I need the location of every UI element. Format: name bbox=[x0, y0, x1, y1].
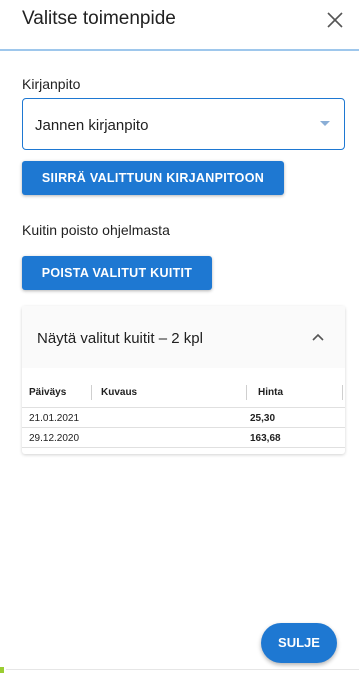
selected-receipts-title: Näytä valitut kuitit – 2 kpl bbox=[37, 330, 203, 347]
bottom-divider bbox=[6, 669, 359, 670]
close-button[interactable] bbox=[324, 9, 346, 31]
column-header-date[interactable]: Päiväys bbox=[29, 387, 66, 398]
column-header-price[interactable]: Hinta bbox=[258, 387, 283, 398]
header-divider bbox=[0, 49, 359, 51]
column-divider bbox=[91, 385, 92, 400]
row-date: 29.12.2020 bbox=[29, 433, 80, 444]
selected-receipts-toggle[interactable]: Näytä valitut kuitit – 2 kpl bbox=[22, 306, 345, 368]
table-row[interactable]: 29.12.2020 163,68 bbox=[22, 428, 345, 448]
chevron-up-icon[interactable] bbox=[312, 333, 324, 341]
table-row[interactable]: 21.01.2021 25,30 bbox=[22, 408, 345, 428]
deletion-label: Kuitin poisto ohjelmasta bbox=[22, 222, 170, 238]
corner-accent bbox=[0, 667, 4, 673]
dialog-title: Valitse toimenpide bbox=[22, 8, 176, 29]
close-icon[interactable] bbox=[324, 9, 346, 31]
ledger-select-value: Jannen kirjanpito bbox=[35, 117, 149, 134]
column-header-description[interactable]: Kuvaus bbox=[101, 387, 137, 398]
column-divider bbox=[342, 385, 343, 400]
row-price: 163,68 bbox=[250, 433, 281, 444]
selected-receipts-panel: Näytä valitut kuitit – 2 kpl Päiväys Kuv… bbox=[22, 306, 345, 454]
receipts-table: Päiväys Kuvaus Hinta 21.01.2021 25,30 29… bbox=[22, 378, 345, 448]
column-divider bbox=[246, 385, 247, 400]
move-to-ledger-button[interactable]: SIIRRÄ VALITTUUN KIRJANPITOON bbox=[22, 161, 284, 195]
dialog-header: Valitse toimenpide bbox=[0, 0, 359, 51]
close-dialog-button[interactable]: SULJE bbox=[261, 623, 337, 663]
ledger-select[interactable]: Jannen kirjanpito bbox=[22, 98, 345, 150]
ledger-label: Kirjanpito bbox=[22, 76, 81, 92]
row-price: 25,30 bbox=[250, 413, 276, 424]
table-header: Päiväys Kuvaus Hinta bbox=[22, 378, 345, 408]
delete-selected-receipts-button[interactable]: POISTA VALITUT KUITIT bbox=[22, 256, 212, 290]
dropdown-arrow-icon bbox=[320, 121, 330, 126]
row-date: 21.01.2021 bbox=[29, 413, 80, 424]
